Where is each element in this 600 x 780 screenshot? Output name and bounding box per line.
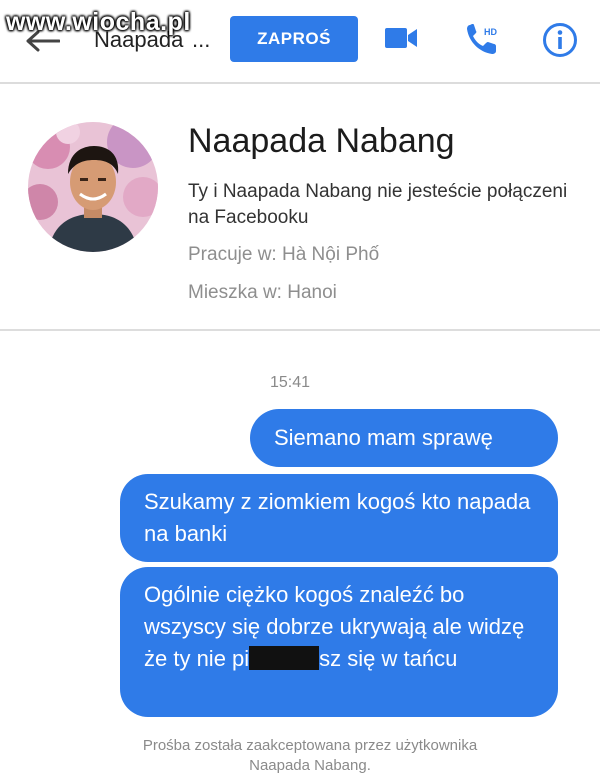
connection-status: Ty i Naapada Nabang nie jesteście połącz…	[188, 181, 568, 228]
avatar-photo	[28, 122, 158, 252]
profile-card: Naapada Nabang Ty i Naapada Nabang nie j…	[0, 84, 600, 331]
message-bubble[interactable]: Ogólnie ciężko kogoś znaleźć bo wszyscy …	[120, 567, 558, 717]
censor-bar	[249, 646, 320, 670]
message-text-continued: sz się w tańcu	[319, 646, 458, 671]
request-accepted-notice: Prośba została zaakceptowana przez użytk…	[142, 737, 478, 774]
hd-phone-icon[interactable]: HD	[465, 22, 499, 56]
info-icon[interactable]	[542, 22, 578, 58]
profile-name: Naapada Nabang	[188, 122, 455, 160]
video-camera-icon[interactable]	[384, 26, 418, 50]
message-bubble[interactable]: Siemano mam sprawę	[250, 409, 558, 467]
svg-text:HD: HD	[484, 27, 497, 37]
invite-button[interactable]: ZAPROŚ	[230, 16, 358, 62]
profile-work: Pracuje w: Hà Nội Phố	[188, 244, 380, 265]
title-ellipsis: ...	[192, 27, 211, 52]
profile-city: Mieszka w: Hanoi	[188, 282, 337, 303]
message-bubble[interactable]: Szukamy z ziomkiem kogoś kto napada na b…	[120, 474, 558, 562]
watermark: www.wiocha.pl	[6, 8, 191, 36]
avatar[interactable]	[28, 122, 158, 252]
message-text: Szukamy z ziomkiem kogoś kto napada na b…	[144, 489, 531, 546]
message-timestamp: 15:41	[270, 374, 311, 391]
message-text: Siemano mam sprawę	[274, 425, 493, 450]
